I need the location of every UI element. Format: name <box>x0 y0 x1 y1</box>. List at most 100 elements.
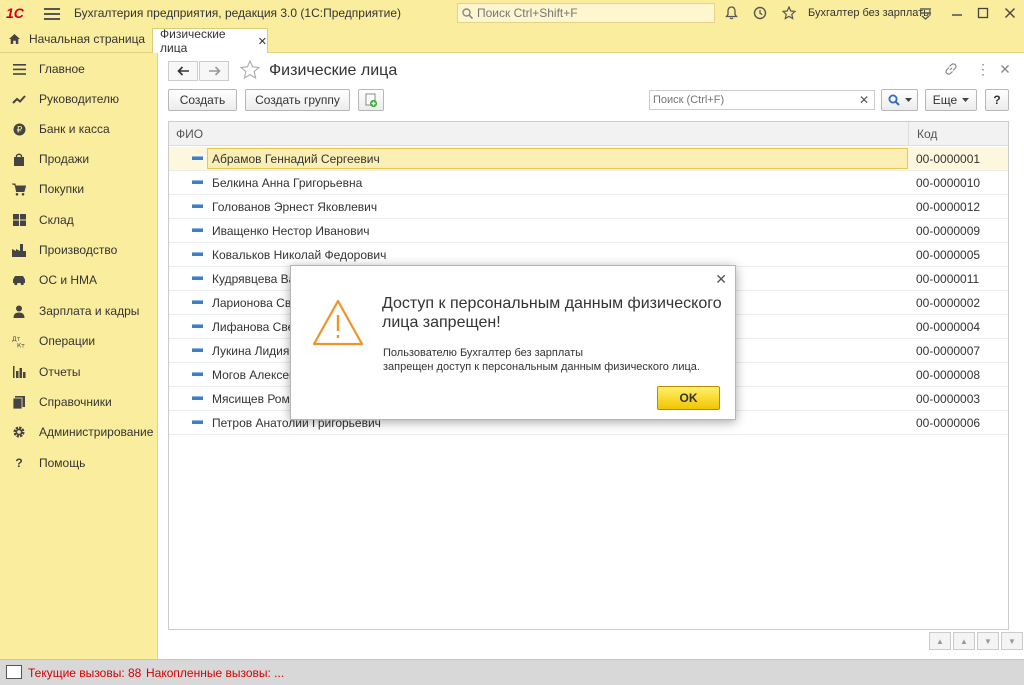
search-icon <box>888 94 900 106</box>
history-icon[interactable] <box>752 5 768 21</box>
app-logo: 1С <box>6 5 24 21</box>
dialog-message-line: запрещен доступ к персональным данным фи… <box>383 361 700 373</box>
search-button[interactable] <box>881 89 918 111</box>
minimize-icon[interactable] <box>949 5 965 21</box>
row-code: 00-0000002 <box>916 296 981 310</box>
item-icon <box>192 156 203 160</box>
column-header-name[interactable]: ФИО <box>176 127 203 141</box>
sidebar-item-sales[interactable]: Продажи <box>0 144 158 174</box>
row-code: 00-0000011 <box>916 272 980 286</box>
scroll-down-icon[interactable]: ▼ <box>977 632 999 650</box>
accumulated-calls[interactable]: Накопленные вызовы: ... <box>146 666 284 680</box>
question-icon: ? <box>15 456 23 470</box>
settings-menu-icon[interactable] <box>917 5 933 21</box>
menu-icon <box>12 62 26 76</box>
item-icon <box>192 300 203 304</box>
row-code: 00-0000007 <box>916 344 981 358</box>
list-search-input[interactable] <box>650 94 850 106</box>
current-user[interactable]: Бухгалтер без зарплаты <box>808 7 931 19</box>
row-code: 00-0000001 <box>916 152 981 166</box>
column-header-code[interactable]: Код <box>908 122 1008 146</box>
list-search[interactable]: ✕ <box>649 90 875 110</box>
table-row[interactable]: Абрамов Геннадий Сергеевич 00-0000001 <box>169 147 1008 171</box>
svg-text:Кт: Кт <box>17 342 25 348</box>
dialog-close-icon[interactable]: ✕ <box>715 271 727 288</box>
sidebar-item-production[interactable]: Производство <box>0 235 158 265</box>
home-icon <box>9 34 20 44</box>
sidebar-item-help[interactable]: ? Помощь <box>0 448 158 478</box>
clear-search-icon[interactable]: ✕ <box>859 93 869 107</box>
windows-icon[interactable] <box>6 665 22 679</box>
sidebar-item-manager[interactable]: Руководителю <box>0 84 158 114</box>
sidebar-item-warehouse[interactable]: Склад <box>0 205 158 235</box>
sidebar-item-directories[interactable]: Справочники <box>0 387 158 417</box>
table-row[interactable]: Белкина Анна Григорьевна 00-0000010 <box>169 171 1008 195</box>
sidebar-item-bank[interactable]: ₽ Банк и касса <box>0 114 158 144</box>
ok-button[interactable]: OK <box>657 386 720 410</box>
tab-individuals[interactable]: Физические лица ✕ <box>152 27 268 55</box>
sidebar-item-label: Банк и касса <box>39 122 110 136</box>
main-menu-button[interactable] <box>44 5 60 21</box>
item-icon <box>192 252 203 256</box>
warning-icon <box>312 299 364 346</box>
bar-chart-icon <box>12 365 26 379</box>
table-row[interactable]: Иващенко Нестор Иванович 00-0000009 <box>169 219 1008 243</box>
global-search-input[interactable] <box>477 6 707 20</box>
sidebar-item-label: Продажи <box>39 152 90 166</box>
scroll-top-icon[interactable]: ▲ <box>929 632 951 650</box>
forward-button[interactable] <box>199 61 229 81</box>
table-row[interactable]: Ковальков Николай Федорович 00-0000005 <box>169 243 1008 267</box>
global-search[interactable] <box>457 3 715 23</box>
sidebar-item-salary[interactable]: Зарплата и кадры <box>0 296 158 326</box>
item-icon <box>192 228 203 232</box>
gear-icon <box>12 425 26 439</box>
sidebar-item-purchases[interactable]: Покупки <box>0 174 158 204</box>
maximize-icon[interactable] <box>975 5 991 21</box>
scroll-bottom-icon[interactable]: ▼ <box>1001 632 1023 650</box>
sidebar-item-operations[interactable]: Дт Кт Операции <box>0 326 158 356</box>
row-code: 00-0000006 <box>916 416 981 430</box>
app-title: Бухгалтерия предприятия, редакция 3.0 (1… <box>74 6 402 20</box>
scroll-up-icon[interactable]: ▲ <box>953 632 975 650</box>
row-code: 00-0000004 <box>916 320 981 334</box>
factory-icon <box>12 243 26 257</box>
bag-icon <box>12 152 26 166</box>
search-icon <box>462 7 473 19</box>
row-code: 00-0000009 <box>916 224 981 238</box>
star-icon[interactable] <box>781 5 797 21</box>
sidebar-item-admin[interactable]: Администрирование <box>0 417 158 447</box>
tab-home[interactable]: Начальная страница <box>0 26 150 52</box>
add-from-template-button[interactable] <box>358 89 384 111</box>
row-name: Лифанова Све <box>212 320 295 334</box>
current-calls[interactable]: Текущие вызовы: 88 <box>28 666 141 680</box>
row-name: Голованов Эрнест Яковлевич <box>212 200 378 214</box>
tab-close-icon[interactable]: ✕ <box>258 35 267 48</box>
create-group-button[interactable]: Создать группу <box>245 89 350 111</box>
close-window-icon[interactable] <box>1002 5 1018 21</box>
more-button[interactable]: Еще <box>925 89 977 111</box>
row-name: Ковальков Николай Федорович <box>212 248 387 262</box>
bell-icon[interactable] <box>723 5 739 21</box>
help-button[interactable]: ? <box>985 89 1009 111</box>
row-code: 00-0000003 <box>916 392 981 406</box>
sidebar-item-label: Склад <box>39 213 74 227</box>
sidebar-item-label: Главное <box>39 62 85 76</box>
row-name: Могов Алексей <box>212 368 296 382</box>
sidebar-item-main[interactable]: Главное <box>0 54 158 84</box>
item-icon <box>192 324 203 328</box>
link-icon[interactable] <box>944 62 958 79</box>
row-name: Абрамов Геннадий Сергеевич <box>212 152 380 166</box>
back-button[interactable] <box>168 61 198 81</box>
table-row[interactable]: Голованов Эрнест Яковлевич 00-0000012 <box>169 195 1008 219</box>
close-form-icon[interactable] <box>1000 62 1010 77</box>
row-name: Мясищев Рома <box>212 392 297 406</box>
page-title: Физические лица <box>269 62 398 79</box>
row-name: Иващенко Нестор Иванович <box>212 224 370 238</box>
more-vertical-icon[interactable]: ⋮ <box>976 61 990 78</box>
create-button[interactable]: Создать <box>168 89 237 111</box>
favorite-star-icon[interactable] <box>239 59 261 84</box>
sidebar-item-reports[interactable]: Отчеты <box>0 357 158 387</box>
item-icon <box>192 396 203 400</box>
status-bar: Текущие вызовы: 88 Накопленные вызовы: .… <box>0 659 1024 685</box>
sidebar-item-assets[interactable]: ОС и НМА <box>0 265 158 295</box>
